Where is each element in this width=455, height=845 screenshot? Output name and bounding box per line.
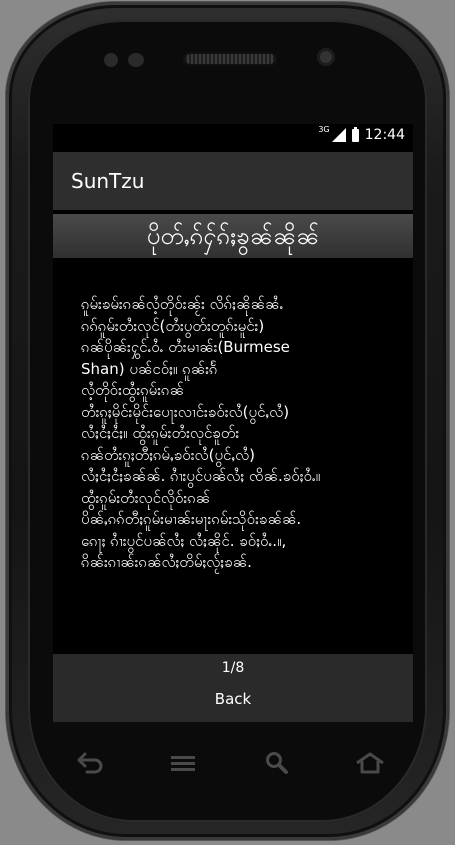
app-title-bar: SunTzu — [53, 152, 413, 210]
back-key[interactable] — [70, 750, 110, 776]
home-icon — [356, 752, 384, 774]
earpiece-speaker — [183, 52, 277, 66]
network-type: 3G — [318, 124, 330, 134]
app-title: SunTzu — [71, 169, 145, 193]
chapter-title: ပိုတ်ႇၵ်ႁ်ၵ်ႈၶွၼ်ၼိုၼ် — [146, 222, 320, 250]
battery-icon — [351, 126, 359, 142]
content-text: ၵူမ်းၶမ်းၵၼ်လႆ့တိုဝ်းၼႂ်း လိၵ်ႈၼိုၼ်ၼႆႉ … — [81, 295, 321, 571]
footer-bar: 1/8 Back — [53, 654, 413, 722]
front-camera — [317, 48, 335, 66]
chapter-header: ပိုတ်ႇၵ်ႁ်ၵ်ႈၶွၼ်ၼိုၼ် — [53, 214, 413, 258]
hardware-nav-keys — [70, 748, 390, 778]
signal-icon — [331, 128, 346, 142]
back-button[interactable]: Back — [201, 688, 265, 710]
proximity-sensor — [104, 53, 118, 67]
app-screen: 3G 12:44 SunTzu ပိုတ်ႇၵ်ႁ်ၵ်ႈၶွၼ်ၼိုၼ် ၵ… — [53, 124, 413, 722]
search-icon — [265, 752, 288, 774]
back-arrow-icon — [77, 752, 103, 774]
menu-key[interactable] — [163, 750, 203, 776]
status-bar: 3G 12:44 — [53, 124, 413, 146]
light-sensor — [128, 53, 144, 67]
clock: 12:44 — [364, 127, 405, 143]
search-key[interactable] — [257, 750, 297, 776]
home-key[interactable] — [350, 750, 390, 776]
menu-icon — [171, 756, 196, 771]
page-indicator: 1/8 — [221, 660, 245, 676]
